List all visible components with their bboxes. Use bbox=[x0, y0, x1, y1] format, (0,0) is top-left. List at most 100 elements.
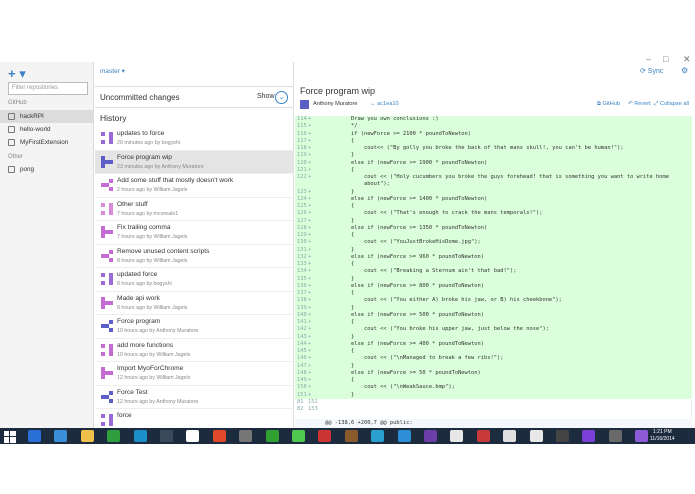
taskbar-app-icon[interactable] bbox=[371, 430, 385, 442]
code-text: else if (newForce >= 50 * poundToNewton) bbox=[325, 369, 481, 376]
repo-item[interactable]: hackRPI bbox=[0, 110, 93, 123]
taskbar-app-icon[interactable] bbox=[133, 430, 147, 442]
history-heading: History bbox=[100, 113, 127, 123]
empty-area bbox=[0, 444, 695, 494]
commit-meta: 23 minutes ago by Anthony Muratore bbox=[117, 163, 204, 170]
taskbar-app-icon[interactable] bbox=[397, 430, 411, 442]
taskbar-app-icon[interactable] bbox=[239, 430, 253, 442]
diff-line: 131 + } bbox=[295, 246, 692, 254]
diff-line: 151 + } bbox=[295, 391, 692, 399]
taskbar-app-icon[interactable] bbox=[529, 430, 543, 442]
commit-message: add more functions bbox=[117, 341, 174, 349]
repo-item[interactable]: hello-world bbox=[0, 123, 93, 136]
taskbar-app-icon[interactable] bbox=[344, 430, 358, 442]
taskbar-app-icon[interactable] bbox=[265, 430, 279, 442]
line-number: + bbox=[308, 348, 312, 354]
line-number: 138 bbox=[297, 297, 307, 304]
code-text: } bbox=[325, 304, 355, 311]
commit-row[interactable]: Force program wip 23 minutes ago by Antho… bbox=[95, 150, 294, 174]
repo-sidebar: + ▾ Filter repositories GitHub Other hac… bbox=[0, 62, 94, 428]
commit-row[interactable]: Force program 10 hours ago by Anthony Mur… bbox=[95, 315, 294, 339]
diff-line: 130 + cout << ("YouJustBrokeHisDome.jpg")… bbox=[295, 239, 692, 247]
commit-meta: 20 minutes ago by bogyshi bbox=[117, 140, 181, 146]
repo-item[interactable]: MyFirstExtension bbox=[0, 136, 93, 149]
taskbar-app-icon[interactable] bbox=[582, 430, 596, 442]
windows-start-icon[interactable] bbox=[4, 430, 17, 443]
repo-item[interactable]: pong bbox=[0, 163, 93, 176]
commit-message: Other stuff bbox=[117, 200, 148, 208]
line-number: + bbox=[308, 246, 312, 253]
gear-icon[interactable]: ⚙ bbox=[681, 66, 688, 75]
chevron-down-icon[interactable]: ⌄ bbox=[275, 91, 288, 104]
taskbar-app-icon[interactable] bbox=[28, 430, 41, 442]
taskbar-app-icon[interactable] bbox=[54, 430, 68, 442]
taskbar-app-icon[interactable] bbox=[186, 430, 200, 442]
filter-repos-input[interactable]: Filter repositories bbox=[8, 82, 88, 95]
commit-meta: 2 hours ago by William Jagels bbox=[117, 187, 188, 193]
taskbar-app-icon[interactable] bbox=[318, 430, 332, 442]
line-number: + bbox=[308, 232, 312, 238]
taskbar-app-icon[interactable] bbox=[80, 430, 94, 442]
diff-line: 121 + { bbox=[295, 166, 692, 174]
identicon-avatar bbox=[101, 367, 113, 379]
add-repo-button[interactable]: + ▾ bbox=[8, 66, 26, 82]
commit-list: updates to force 20 minutes ago by bogysh… bbox=[95, 127, 294, 433]
identicon-avatar bbox=[101, 179, 113, 191]
code-text: { bbox=[325, 348, 355, 354]
commit-row[interactable]: Force Test 12 hours ago by Anthony Murato… bbox=[95, 386, 294, 409]
commit-row[interactable]: Made api work 8 hours ago by William Jage… bbox=[95, 292, 294, 315]
commit-row[interactable]: updated force 8 hours ago by bogyshi bbox=[95, 268, 294, 292]
code-text: cout << ("Breaking a Sternum ain't that … bbox=[325, 268, 517, 275]
revert-button[interactable]: ↶ Revert bbox=[628, 101, 651, 107]
taskbar-app-icon[interactable] bbox=[450, 430, 464, 442]
taskbar-app-icon[interactable] bbox=[608, 430, 622, 442]
taskbar-app-icon[interactable] bbox=[556, 430, 569, 442]
line-number: 149 bbox=[297, 377, 307, 383]
line-number: 132 bbox=[297, 253, 307, 260]
identicon-avatar bbox=[101, 155, 113, 168]
github-link[interactable]: ⧉ GitHub bbox=[597, 101, 620, 108]
line-number: 151 bbox=[297, 391, 307, 398]
collapse-all-button[interactable]: ⤢ Collapse all bbox=[654, 101, 689, 108]
commit-sha-link[interactable]: ↔ ac1ea10 bbox=[370, 101, 399, 107]
sync-button[interactable]: ⟳ Sync bbox=[640, 67, 663, 75]
commit-message: updates to force bbox=[117, 130, 165, 137]
taskbar-app-icon[interactable] bbox=[503, 430, 517, 442]
show-label[interactable]: Show bbox=[257, 93, 275, 100]
taskbar-app-icon[interactable] bbox=[635, 430, 649, 442]
line-number: 133 bbox=[297, 261, 307, 267]
taskbar-app-icon[interactable] bbox=[160, 430, 173, 442]
diff-line: 129 + { bbox=[295, 232, 692, 240]
diff-line: 120 + else if (newForce >= 1900 * poundTo… bbox=[295, 159, 692, 167]
diff-line: 138 + cout << ("You either A) broke his j… bbox=[295, 297, 692, 305]
taskbar-app-icon[interactable] bbox=[292, 430, 305, 442]
commit-row[interactable]: Other stuff 7 hours ago by mcoreale1 bbox=[95, 198, 294, 221]
diff-line: 114 + Draw you own conclusions :) bbox=[295, 116, 692, 124]
commit-row[interactable]: Add some stuff that mostly doesn't work 2… bbox=[95, 174, 294, 198]
commit-row[interactable]: updates to force 20 minutes ago by bogysh… bbox=[95, 127, 294, 151]
commit-row[interactable]: Fix trailing comma 7 hours ago by William… bbox=[95, 221, 294, 245]
line-number: + bbox=[308, 304, 312, 311]
taskbar-clock[interactable]: 1:21 PM 11/16/2014 bbox=[650, 429, 675, 443]
section-github-label: GitHub bbox=[8, 100, 27, 106]
diff-line: 125 + { bbox=[295, 203, 692, 211]
line-number: + bbox=[308, 268, 312, 275]
line-number: + bbox=[308, 340, 312, 347]
code-text: about"); bbox=[325, 181, 390, 188]
commit-row[interactable]: Remove unused content scripts 8 hours ago… bbox=[95, 245, 294, 268]
commit-message: Add some stuff that mostly doesn't work bbox=[117, 177, 234, 184]
taskbar-app-icon[interactable] bbox=[107, 430, 121, 442]
repo-name: MyFirstExtension bbox=[20, 139, 69, 146]
line-number: 129 bbox=[297, 232, 307, 238]
taskbar-app-icon[interactable] bbox=[476, 430, 490, 442]
code-text: } bbox=[325, 391, 355, 398]
taskbar-app-icon[interactable] bbox=[424, 430, 437, 442]
branch-selector[interactable]: master ▾ bbox=[100, 67, 125, 75]
line-number: 81 bbox=[297, 398, 304, 405]
code-text: { bbox=[325, 261, 355, 267]
taskbar-app-icon[interactable] bbox=[212, 430, 226, 442]
diff-view[interactable]: 114 + Draw you own conclusions :) 115 + */1… bbox=[295, 116, 692, 428]
commit-row[interactable]: add more functions 10 hours ago by Willia… bbox=[95, 339, 294, 362]
commit-row[interactable]: Import MyoForChrome 12 hours ago by Willi… bbox=[95, 362, 294, 386]
uncommitted-changes-row[interactable]: Uncommitted changes Show ⌄ bbox=[95, 86, 294, 108]
